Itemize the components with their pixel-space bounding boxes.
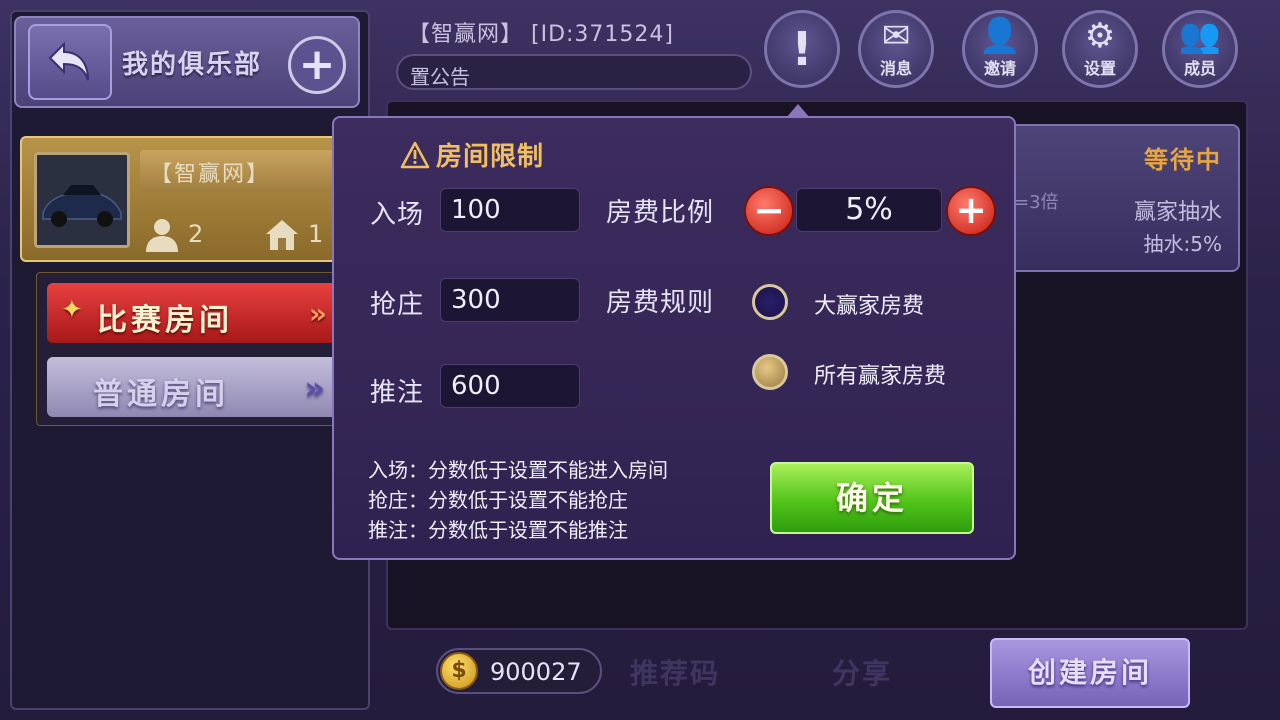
member-count: 2 — [144, 216, 203, 252]
room-type-tabs: ✦ 比赛房间 » 普通房间 » — [36, 272, 337, 426]
increase-ratio-button[interactable]: + — [946, 186, 996, 236]
chevron-right-icon: » — [304, 369, 329, 407]
coin-value: 900027 — [490, 658, 582, 686]
room-status-badge: 等待中 — [1144, 146, 1222, 174]
add-user-icon: 👤 — [978, 16, 1022, 56]
club-avatar — [34, 152, 130, 248]
envelope-icon: ✉ — [881, 16, 911, 56]
tab-match-room[interactable]: ✦ 比赛房间 » — [47, 283, 337, 343]
recommend-code-button[interactable]: 推荐码 — [630, 652, 720, 692]
chevron-right-icon: » — [308, 297, 331, 330]
all-winners-label: 所有赢家房费 — [814, 364, 947, 389]
gear-icon: ⚙ — [1084, 16, 1116, 56]
coin-icon: $ — [440, 652, 478, 690]
plus-icon: + — [298, 39, 336, 90]
modal-title: 房间限制 — [400, 136, 544, 173]
settings-label: 设置 — [1083, 59, 1116, 78]
big-winner-label: 大赢家房费 — [814, 294, 925, 319]
message-button[interactable]: ✉ 消息 — [858, 10, 934, 88]
user-icon — [146, 219, 178, 252]
members-label: 成员 — [1183, 59, 1216, 78]
room-count: 1 — [264, 216, 323, 252]
back-arrow-icon — [48, 41, 89, 81]
decrease-ratio-button[interactable]: − — [744, 186, 794, 236]
room-count-value: 1 — [308, 220, 324, 248]
room-card[interactable]: 等待中 =3倍 赢家抽水 抽水:5% — [1006, 124, 1240, 272]
minus-icon: − — [753, 188, 785, 232]
share-button[interactable]: 分享 — [832, 652, 892, 692]
settings-button[interactable]: ⚙ 设置 — [1062, 10, 1138, 88]
modal-title-text: 房间限制 — [436, 142, 545, 172]
create-room-button[interactable]: 创建房间 — [990, 638, 1190, 708]
users-icon: 👥 — [1178, 16, 1222, 56]
warning-icon — [400, 141, 430, 168]
note-bet: 推注：分数低于设置不能推注 — [368, 518, 628, 542]
house-icon — [266, 220, 298, 250]
tab-normal-room[interactable]: 普通房间 » — [47, 357, 337, 417]
note-entry: 入场：分数低于设置不能进入房间 — [368, 458, 668, 482]
banker-input[interactable]: 300 — [440, 278, 580, 322]
club-title: 我的俱乐部 — [122, 50, 263, 80]
entry-label: 入场 — [370, 200, 425, 230]
room-fee-rate: 抽水:5% — [1143, 232, 1222, 256]
club-card[interactable]: 【智赢网】 2 1 — [20, 136, 340, 262]
fee-ratio-value: 5% — [796, 188, 942, 232]
message-label: 消息 — [879, 59, 912, 78]
add-club-button[interactable]: + — [288, 36, 346, 94]
car-icon — [37, 155, 127, 245]
room-fee-type: 赢家抽水 — [1133, 200, 1222, 225]
plus-icon: + — [955, 188, 987, 232]
club-card-name: 【智赢网】 — [140, 150, 340, 192]
invite-label: 邀请 — [983, 59, 1016, 78]
all-winners-radio[interactable] — [752, 354, 788, 390]
exclamation-icon: ! — [791, 22, 813, 76]
invite-button[interactable]: 👤 邀请 — [962, 10, 1038, 88]
banker-label: 抢庄 — [370, 290, 425, 320]
club-id-title: 【智赢网】 [ID:371524] — [408, 22, 674, 47]
confirm-button[interactable]: 确定 — [770, 462, 974, 534]
member-count-value: 2 — [188, 220, 204, 248]
entry-input[interactable]: 100 — [440, 188, 580, 232]
room-multiplier: =3倍 — [1014, 192, 1059, 213]
bet-label: 推注 — [370, 378, 425, 408]
notice-bar[interactable]: 置公告 — [396, 54, 752, 90]
big-winner-radio[interactable] — [752, 284, 788, 320]
members-button[interactable]: 👥 成员 — [1162, 10, 1238, 88]
fee-ratio-label: 房费比例 — [606, 198, 715, 228]
tab-normal-label: 普通房间 — [93, 377, 229, 412]
fee-rule-label: 房费规则 — [606, 288, 715, 318]
sparkle-icon: ✦ — [61, 295, 87, 325]
room-limit-modal: 房间限制 入场 100 抢庄 300 推注 600 房费比例 − 5% + 房费… — [332, 116, 1016, 560]
alert-button[interactable]: ! — [764, 10, 840, 88]
bet-input[interactable]: 600 — [440, 364, 580, 408]
back-button[interactable] — [28, 24, 112, 100]
note-banker: 抢庄：分数低于设置不能抢庄 — [368, 488, 628, 512]
tab-match-label: 比赛房间 — [97, 303, 233, 338]
coin-balance: $ 900027 — [436, 648, 602, 694]
club-header: 我的俱乐部 + — [14, 16, 360, 108]
